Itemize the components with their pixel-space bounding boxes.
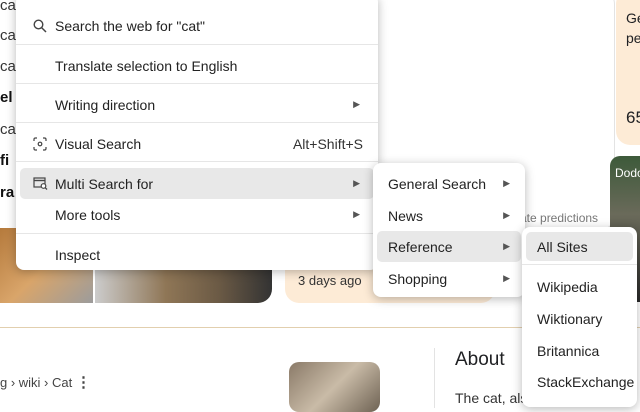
menu-item-visual-search[interactable]: Visual Search Alt+Shift+S: [20, 128, 374, 159]
text-fragment: ca: [0, 58, 16, 75]
menu-item-inspect[interactable]: Inspect: [20, 239, 374, 270]
text-fragment: fi: [0, 152, 10, 169]
menu-item-label: General Search: [388, 175, 487, 192]
menu-item-translate[interactable]: Translate selection to English: [20, 50, 374, 81]
reference-submenu: All Sites Wikipedia Wiktionary Britannic…: [522, 227, 637, 407]
menu-item-writing-direction[interactable]: Writing direction ▶: [20, 89, 374, 120]
menu-item-label: News: [388, 207, 424, 224]
chevron-right-icon: ▶: [353, 99, 360, 109]
shortcut-label: Alt+Shift+S: [292, 135, 363, 152]
news-card-count: 65: [626, 108, 640, 127]
news-card[interactable]: Ge pe 65: [616, 0, 640, 145]
video-label: Dodo: [615, 166, 640, 180]
submenu-item-stackexchange[interactable]: StackExchange: [526, 366, 635, 397]
text-fragment: ca: [0, 0, 16, 14]
separator: [16, 233, 378, 234]
divider: [434, 348, 435, 408]
cat-thumbnail[interactable]: [289, 362, 380, 412]
submenu-item-shopping[interactable]: Shopping ▶: [377, 263, 521, 294]
submenu-item-britannica[interactable]: Britannica: [526, 335, 633, 366]
chevron-right-icon: ▶: [503, 241, 510, 251]
visual-search-icon: [32, 136, 48, 152]
news-card-text: Ge: [626, 10, 640, 26]
submenu-item-wiktionary[interactable]: Wiktionary: [526, 303, 633, 334]
chevron-right-icon: ▶: [353, 209, 360, 219]
menu-item-label: Wiktionary: [537, 310, 603, 327]
menu-item-label: Shopping: [388, 270, 448, 287]
menu-item-label: StackExchange: [537, 373, 635, 390]
menu-item-label: Visual Search: [55, 135, 142, 152]
menu-item-label: All Sites: [537, 238, 588, 255]
menu-item-label: Multi Search for: [55, 175, 154, 192]
text-fragment: ca: [0, 121, 16, 138]
separator: [16, 122, 378, 123]
chevron-right-icon: ▶: [503, 178, 510, 188]
menu-item-label: Reference: [388, 238, 453, 255]
submenu-item-reference[interactable]: Reference ▶: [377, 231, 521, 262]
submenu-item-wikipedia[interactable]: Wikipedia: [526, 271, 633, 302]
menu-item-multi-search[interactable]: Multi Search for ▶: [20, 168, 374, 199]
chevron-right-icon: ▶: [503, 210, 510, 220]
menu-item-label: Inspect: [55, 246, 101, 263]
menu-item-label: Writing direction: [55, 96, 156, 113]
multi-search-icon: [32, 176, 48, 192]
search-icon: [32, 18, 48, 34]
separator: [522, 264, 637, 265]
news-time: 3 days ago: [298, 273, 362, 288]
separator: [16, 44, 378, 45]
about-title: About: [455, 349, 505, 370]
menu-item-label: More tools: [55, 206, 121, 223]
menu-item-label: Wikipedia: [537, 278, 598, 295]
context-menu: Search the web for "cat" Translate selec…: [16, 0, 378, 270]
chevron-right-icon: ▶: [503, 273, 510, 283]
chevron-right-icon: ▶: [353, 178, 360, 188]
predictions-text: ate predictions: [520, 211, 599, 225]
menu-item-more-tools[interactable]: More tools ▶: [20, 199, 374, 230]
news-card-text: pe: [626, 30, 640, 46]
submenu-item-news[interactable]: News ▶: [377, 200, 521, 231]
submenu-item-all-sites[interactable]: All Sites: [526, 232, 633, 261]
menu-item-label: Britannica: [537, 342, 600, 359]
menu-item-search-web[interactable]: Search the web for "cat": [20, 10, 374, 41]
submenu-item-general-search[interactable]: General Search ▶: [377, 168, 521, 199]
breadcrumb[interactable]: g › wiki › Cat: [0, 375, 72, 390]
more-options-icon[interactable]: ⋮: [76, 373, 91, 391]
separator: [16, 161, 378, 162]
menu-item-label: Search the web for "cat": [55, 17, 206, 34]
separator: [16, 83, 378, 84]
text-fragment: ca: [0, 27, 16, 44]
about-text: The cat, als: [455, 390, 528, 406]
text-fragment: el: [0, 89, 13, 106]
multi-search-submenu: General Search ▶ News ▶ Reference ▶ Shop…: [373, 163, 525, 297]
text-fragment: ra: [0, 184, 15, 201]
menu-item-label: Translate selection to English: [55, 57, 238, 74]
